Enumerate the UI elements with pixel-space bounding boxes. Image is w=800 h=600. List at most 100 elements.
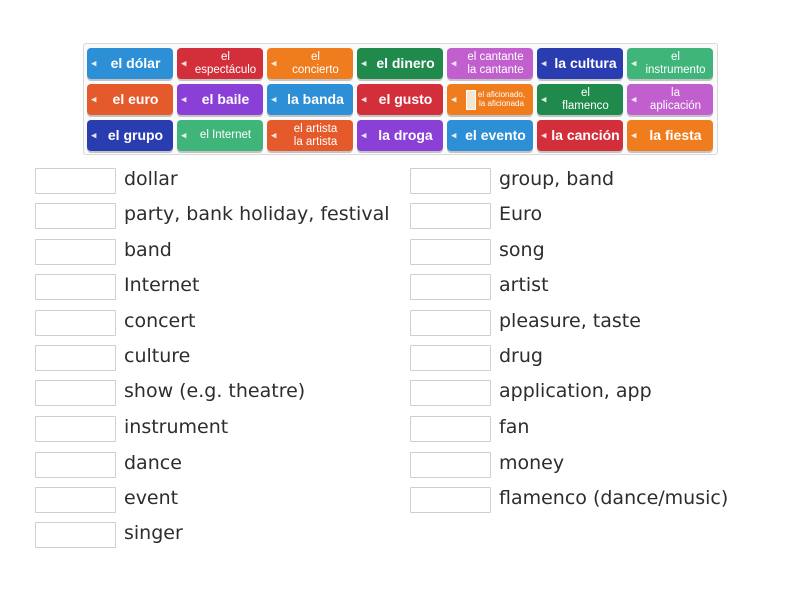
speaker-icon[interactable]: ◀	[541, 96, 546, 103]
tile-bank: ◀ el dólar ◀ el espectáculo ◀ el concierto ◀ e…	[83, 43, 718, 155]
word-tile[interactable]: ◀ la cultura	[537, 48, 623, 79]
clue-text: singer	[124, 522, 183, 544]
speaker-icon[interactable]: ◀	[451, 96, 456, 103]
clue-text: money	[499, 452, 565, 474]
tile-label-line2: concierto	[292, 63, 339, 76]
clue-text: culture	[124, 345, 191, 367]
speaker-icon[interactable]: ◀	[91, 96, 96, 103]
answer-drop-zone[interactable]	[410, 452, 491, 478]
clue-text: song	[499, 239, 545, 261]
clue-text: show (e.g. theatre)	[124, 380, 306, 402]
tile-label-line1: el	[671, 51, 680, 64]
clue-text: party, bank holiday, festival	[124, 203, 390, 225]
speaker-icon[interactable]: ◀	[271, 96, 276, 103]
answer-drop-zone[interactable]	[410, 416, 491, 442]
tile-label-line2: aplicación	[649, 99, 702, 112]
word-tile[interactable]: ◀ el concierto	[267, 48, 353, 79]
answer-drop-zone[interactable]	[410, 274, 491, 300]
speaker-icon[interactable]: ◀	[541, 132, 546, 139]
word-tile[interactable]: ◀ el grupo	[87, 120, 173, 151]
word-tile[interactable]: ◀ el flamenco	[537, 84, 623, 115]
word-tile[interactable]: ◀ la aplicación	[627, 84, 713, 115]
clue-text: pleasure, taste	[499, 310, 641, 332]
clue-text: Internet	[124, 274, 200, 296]
answer-drop-zone[interactable]	[35, 345, 116, 371]
tile-label-line2: la cantante	[467, 63, 524, 76]
word-tile[interactable]: ◀ el baile	[177, 84, 263, 115]
word-tile[interactable]: ◀ la canción	[537, 120, 623, 151]
answer-drop-zone[interactable]	[410, 310, 491, 336]
answer-drop-zone[interactable]	[35, 203, 116, 229]
speaker-icon[interactable]: ◀	[271, 132, 276, 139]
speaker-icon[interactable]: ◀	[361, 132, 366, 139]
word-tile[interactable]: ◀ el artista la artista	[267, 120, 353, 151]
word-tile[interactable]: ◀ el gusto	[357, 84, 443, 115]
tile-label-line1: la canción	[551, 127, 620, 144]
word-tile[interactable]: ◀ la banda	[267, 84, 353, 115]
clue-text: artist	[499, 274, 549, 296]
speaker-icon[interactable]: ◀	[91, 132, 96, 139]
speaker-icon[interactable]: ◀	[631, 132, 636, 139]
tile-label-line1: la banda	[287, 91, 344, 108]
clue-text: fan	[499, 416, 530, 438]
word-tile[interactable]: ◀ el espectáculo	[177, 48, 263, 79]
word-tile[interactable]: ◀ el dólar	[87, 48, 173, 79]
answer-drop-zone[interactable]	[410, 203, 491, 229]
speaker-icon[interactable]: ◀	[91, 60, 96, 67]
speaker-icon[interactable]: ◀	[631, 96, 636, 103]
tile-label-line1: la fiesta	[649, 127, 702, 144]
answer-drop-zone[interactable]	[410, 487, 491, 513]
answer-drop-zone[interactable]	[35, 168, 116, 194]
tile-label-line1: el evento	[465, 127, 526, 144]
tile-label-line1: el	[221, 51, 230, 64]
word-tile[interactable]: ◀ el Internet	[177, 120, 263, 151]
answer-drop-zone[interactable]	[35, 522, 116, 548]
answer-drop-zone[interactable]	[35, 487, 116, 513]
clue-text: dollar	[124, 168, 178, 190]
image-thumbnail-icon	[465, 89, 476, 110]
word-tile[interactable]: ◀ el euro	[87, 84, 173, 115]
speaker-icon[interactable]: ◀	[181, 60, 186, 67]
answer-drop-zone[interactable]	[35, 416, 116, 442]
speaker-icon[interactable]: ◀	[181, 96, 186, 103]
speaker-icon[interactable]: ◀	[541, 60, 546, 67]
speaker-icon[interactable]: ◀	[181, 132, 186, 139]
answer-drop-zone[interactable]	[35, 380, 116, 406]
word-tile[interactable]: ◀ la droga	[357, 120, 443, 151]
clue-text: application, app	[499, 380, 652, 402]
tile-label-line1: la	[671, 87, 680, 100]
tile-label-line2: instrumento	[645, 63, 706, 76]
speaker-icon[interactable]: ◀	[451, 132, 456, 139]
answer-drop-zone[interactable]	[35, 274, 116, 300]
tile-label-line1: el gusto	[378, 91, 433, 108]
answer-drop-zone[interactable]	[410, 239, 491, 265]
word-tile[interactable]: ◀ el cantante la cantante	[447, 48, 533, 79]
tile-label-line1: el dinero	[376, 55, 435, 72]
tile-label-line1: el	[581, 87, 590, 100]
speaker-icon[interactable]: ◀	[631, 60, 636, 67]
speaker-icon[interactable]: ◀	[361, 96, 366, 103]
clue-text: band	[124, 239, 172, 261]
answer-drop-zone[interactable]	[35, 452, 116, 478]
answer-drop-zone[interactable]	[410, 380, 491, 406]
answer-drop-zone[interactable]	[410, 345, 491, 371]
word-tile[interactable]: ◀ el evento	[447, 120, 533, 151]
clue-text: drug	[499, 345, 543, 367]
word-tile[interactable]: ◀ el instrumento	[627, 48, 713, 79]
word-tile[interactable]: ◀ la fiesta	[627, 120, 713, 151]
tile-label-line1: el baile	[201, 91, 250, 108]
tile-label-line2: flamenco	[562, 99, 609, 112]
answer-drop-zone[interactable]	[35, 239, 116, 265]
speaker-icon[interactable]: ◀	[361, 60, 366, 67]
tile-label-line1: el artista	[293, 123, 338, 136]
speaker-icon[interactable]: ◀	[271, 60, 276, 67]
word-tile[interactable]: ◀ el aficionado, la aficionada	[447, 84, 533, 115]
tile-label-line1: la cultura	[554, 55, 617, 72]
tile-label-line2: espectáculo	[194, 63, 257, 76]
tile-label-line2: la artista	[293, 135, 338, 148]
answer-drop-zone[interactable]	[35, 310, 116, 336]
answer-drop-zone[interactable]	[410, 168, 491, 194]
clue-text: concert	[124, 310, 196, 332]
speaker-icon[interactable]: ◀	[451, 60, 456, 67]
word-tile[interactable]: ◀ el dinero	[357, 48, 443, 79]
